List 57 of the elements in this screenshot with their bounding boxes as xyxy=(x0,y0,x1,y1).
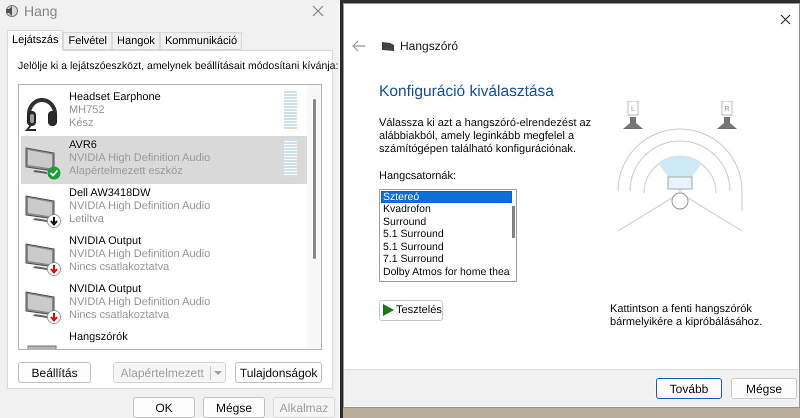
close-icon[interactable] xyxy=(780,14,791,24)
device-status: Kész xyxy=(69,117,94,130)
channel-option[interactable]: Kvadrofon xyxy=(381,203,512,216)
checkmark-icon xyxy=(47,166,61,180)
device-status: Letiltva xyxy=(69,213,105,226)
device-status: Nincs csatlakoztatva xyxy=(69,309,170,322)
device-item[interactable]: NVIDIA Output NVIDIA High Definition Audio Nincs csatlakoztatva xyxy=(21,232,307,280)
down-arrow-icon xyxy=(47,310,61,324)
play-icon xyxy=(382,304,394,316)
device-item[interactable]: Hangszórók xyxy=(21,328,307,349)
channel-option[interactable]: Surround xyxy=(381,216,512,228)
tab[interactable]: Felvétel xyxy=(63,32,112,50)
channel-option[interactable]: 5.1 Surround xyxy=(381,228,512,241)
device-item[interactable]: AVR6 NVIDIA High Definition Audio Alapértelmezett eszköz xyxy=(21,136,307,184)
scrollbar[interactable] xyxy=(307,85,321,349)
test-button[interactable]: Tesztelés xyxy=(379,300,443,321)
device-driver: MH752 xyxy=(69,104,106,117)
device-item[interactable]: Headset Earphone MH752 Kész xyxy=(21,88,307,136)
channels-label: Hangcsatornák: xyxy=(379,169,458,184)
wizard-button[interactable]: Mégse xyxy=(731,378,797,399)
channel-option[interactable]: 7.1 Surround xyxy=(381,253,512,266)
channel-option[interactable]: Sztereó xyxy=(381,190,512,204)
page-heading: Konfiguráció kiválasztása xyxy=(379,82,555,102)
device-name: Hangszórók xyxy=(69,331,128,344)
device-driver: NVIDIA High Definition Audio xyxy=(69,200,210,213)
instruction-text: Jelölje ki a lejátszóeszközt, amelynek beállításait módosítani kívánja: xyxy=(18,60,338,73)
device-name: Headset Earphone xyxy=(69,91,161,104)
speaker-icon xyxy=(382,41,394,51)
wizard-button[interactable]: Tovább xyxy=(656,378,722,399)
window-title: Hang xyxy=(24,2,58,21)
device-driver: NVIDIA High Definition Audio xyxy=(69,152,210,165)
down-arrow-icon xyxy=(47,262,61,276)
device-status: Nincs csatlakoztatva xyxy=(69,261,170,274)
description-text: Válassza ki azt a hangszóró-elrendezést az alábbiakból, amely leginkább megfelel a számítógépen található konfigurációnak. xyxy=(379,117,592,156)
speaker-icon xyxy=(4,4,18,18)
wizard-title: Hangszóró xyxy=(400,38,458,55)
device-name: NVIDIA Output xyxy=(69,283,142,296)
device-status: Alapértelmezett eszköz xyxy=(69,165,184,178)
hint-text: Kattintson a fenti hangszórók bármelyikére a kipróbálásához. xyxy=(610,303,764,329)
device-name: NVIDIA Output xyxy=(69,235,142,248)
tab[interactable]: Kommunikáció xyxy=(160,32,242,50)
tab[interactable]: Lejátszás xyxy=(7,30,64,51)
device-item[interactable]: NVIDIA Output NVIDIA High Definition Audio Nincs csatlakoztatva xyxy=(21,280,307,328)
channel-option[interactable]: Dolby Atmos for home thea xyxy=(381,266,512,278)
dialog-button[interactable]: Beállítás xyxy=(18,362,92,383)
device-name: AVR6 xyxy=(69,139,98,152)
down-arrow-icon xyxy=(47,214,61,228)
dialog-button[interactable]: Tulajdonságok xyxy=(235,362,322,383)
dialog-button[interactable]: Mégse xyxy=(203,397,265,418)
channels-listbox[interactable]: Sztereó Kvadrofon Surround 5.1 Surround 5.1 Surround 7.1 Surround Dolby Atmos for home thea xyxy=(379,188,517,282)
device-driver: NVIDIA High Definition Audio xyxy=(69,296,210,309)
tab[interactable]: Hangok xyxy=(112,32,160,50)
device-driver: NVIDIA High Definition Audio xyxy=(69,248,210,261)
dialog-button[interactable]: OK xyxy=(133,397,195,418)
back-arrow-icon[interactable] xyxy=(352,40,366,52)
device-name: Dell AW3418DW xyxy=(69,187,152,200)
channel-option[interactable]: 5.1 Surround xyxy=(381,240,512,254)
